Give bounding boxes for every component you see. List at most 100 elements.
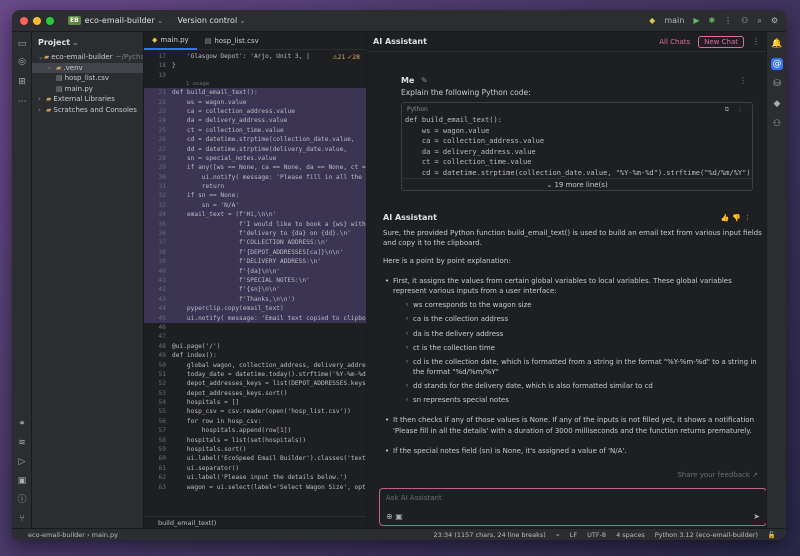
line-number[interactable]: 54 — [144, 398, 172, 407]
line-number[interactable]: 61 — [144, 464, 172, 473]
debug-icon[interactable]: ✱ — [708, 16, 715, 25]
run-icon[interactable]: ▶ — [693, 16, 699, 25]
line-number[interactable]: 47 — [144, 332, 172, 341]
line-number[interactable]: 57 — [144, 426, 172, 435]
code-line[interactable]: 22 ws = wagon.value — [144, 97, 366, 107]
line-number[interactable]: 32 — [144, 191, 172, 200]
code-line[interactable]: 26 cd = datetime.strptime(collection_dat… — [144, 135, 366, 145]
line-number[interactable]: 39 — [144, 257, 172, 266]
code-line[interactable]: 48 @ui.page('/') — [144, 342, 366, 351]
code-line[interactable]: 49 def index(): — [144, 351, 366, 360]
gear-icon[interactable]: ⚙ — [771, 16, 778, 25]
more-icon[interactable]: ⋮ — [739, 76, 747, 85]
code-line[interactable]: 27 dd = datetime.strptime(delivery_date.… — [144, 144, 366, 154]
tree-item[interactable]: ▤ main.py — [32, 84, 143, 95]
code-line[interactable]: 32 if sn == None: — [144, 191, 366, 201]
tree-item[interactable]: ▤ hosp_list.csv — [32, 73, 143, 84]
line-number[interactable]: 63 — [144, 483, 172, 492]
run-config-selector[interactable]: main — [664, 16, 684, 25]
line-number[interactable]: 28 — [144, 154, 172, 163]
line-number[interactable]: 31 — [144, 182, 172, 191]
code-line[interactable]: 40 f'{da}\n\n' — [144, 266, 366, 276]
new-chat-button[interactable]: New Chat — [698, 35, 744, 48]
tab-hosp-list-csv[interactable]: ▤ hosp_list.csv — [197, 32, 267, 50]
line-number[interactable]: 34 — [144, 210, 172, 219]
code-line[interactable]: 25 ct = collection_time.value — [144, 125, 366, 136]
line-number[interactable]: 59 — [144, 445, 172, 454]
python-console-icon[interactable]: ◆ — [771, 98, 783, 110]
code-line[interactable]: 46 — [144, 323, 366, 332]
line-number[interactable]: 48 — [144, 342, 172, 351]
code-line[interactable]: 35 f'I would like to book a {ws} with — [144, 219, 366, 230]
line-number[interactable]: 26 — [144, 135, 172, 144]
line-number[interactable]: 36 — [144, 229, 172, 238]
search-icon[interactable]: ⌕ — [757, 16, 761, 26]
code-line[interactable]: 51 today_date = datetime.today().strftim… — [144, 370, 366, 379]
line-number[interactable]: 25 — [144, 126, 172, 135]
status-breadcrumb[interactable]: eco-email-builder › main.py — [12, 531, 118, 539]
code-line[interactable]: 31 return — [144, 182, 366, 192]
line-number[interactable]: 19 — [144, 71, 172, 80]
code-line[interactable]: 21 def build_email_text(): — [144, 88, 366, 98]
code-area[interactable]: 17 'Glasgow Depot': 'Arjo, Unit 3, | 18} 1… — [144, 52, 366, 492]
code-line[interactable]: 28 sn = special_notes.value — [144, 153, 366, 164]
lock-icon[interactable]: 🔓 — [768, 531, 776, 539]
send-icon[interactable]: ➤ — [753, 512, 760, 521]
more-icon[interactable]: ⋮ — [724, 16, 732, 25]
ai-status-icon[interactable]: ⌁ — [556, 531, 560, 539]
line-number[interactable]: 42 — [144, 285, 172, 294]
code-line[interactable]: 29 if any([ws == None, ca == None, da ==… — [144, 163, 366, 173]
attach-icon[interactable]: ⊕ ▣ — [386, 512, 403, 521]
folder-icon[interactable]: ▭ — [16, 38, 28, 50]
line-number[interactable]: 58 — [144, 436, 172, 445]
expand-more-lines[interactable]: ⌄ 19 more line(s) — [402, 178, 752, 190]
code-line[interactable]: 41 f'SPECIAL NOTES:\n' — [144, 275, 366, 286]
more-icon[interactable]: ⋮ — [752, 37, 760, 46]
editor-breadcrumb[interactable]: build_email_text() — [144, 516, 366, 528]
file-encoding[interactable]: UTF-8 — [587, 531, 606, 539]
line-number[interactable]: 23 — [144, 107, 172, 116]
database-icon[interactable]: ⛁ — [771, 78, 783, 90]
code-line[interactable]: 58 hospitals = list(set(hospitals)) — [144, 436, 366, 445]
plugin-icon[interactable]: ⚭ — [16, 418, 28, 430]
code-line[interactable]: 43 f'Thanks,\n\n') — [144, 294, 366, 305]
line-number[interactable]: 18 — [144, 61, 172, 70]
line-number[interactable]: 22 — [144, 98, 172, 107]
code-line[interactable]: 34 email_text = (f'Hi,\n\n' — [144, 210, 366, 220]
line-number[interactable]: 51 — [144, 370, 172, 379]
bell-icon[interactable]: 🔔 — [771, 38, 783, 50]
line-number[interactable]: 56 — [144, 417, 172, 426]
packages-icon[interactable]: ⚇ — [771, 118, 783, 130]
ai-assistant-icon[interactable]: @ — [771, 58, 783, 70]
line-number[interactable]: 52 — [144, 379, 172, 388]
line-number[interactable]: 49 — [144, 351, 172, 360]
line-number[interactable]: 30 — [144, 173, 172, 182]
layers-icon[interactable]: ≋ — [16, 437, 28, 449]
line-number[interactable]: 33 — [144, 201, 172, 210]
line-number[interactable]: 40 — [144, 267, 172, 276]
minimize-window-button[interactable] — [33, 16, 41, 25]
code-line[interactable]: 33 sn = 'N/A' — [144, 200, 366, 211]
inspection-widget[interactable]: ⚠21 ✓28 — [332, 54, 360, 61]
maximize-window-button[interactable] — [46, 16, 54, 25]
close-window-button[interactable] — [20, 16, 28, 25]
code-line[interactable]: 47 — [144, 332, 366, 341]
code-line[interactable]: 60 ui.label('EcoSpeed Email Builder').cl… — [144, 454, 366, 463]
tree-item[interactable]: › ▰ External Libraries — [32, 94, 143, 105]
code-line[interactable]: 53 depot_addresses_keys.sort() — [144, 389, 366, 398]
code-line[interactable]: 30 ui.notify( message: 'Please fill in a… — [144, 172, 366, 183]
code-line[interactable]: 42 f'{sn}\n\n' — [144, 285, 366, 295]
line-separator[interactable]: LF — [570, 531, 577, 539]
line-number[interactable]: 38 — [144, 248, 172, 257]
code-line[interactable]: 39 f'DELIVERY ADDRESS:\n' — [144, 257, 366, 267]
git-icon[interactable]: ⑂ — [16, 513, 28, 525]
ask-ai-input[interactable]: Ask AI Assistant ⊕ ▣ ➤ — [379, 488, 766, 526]
caret-position[interactable]: 23:34 (1157 chars, 24 line breaks) — [434, 531, 546, 539]
usage-hint[interactable]: 1 usage — [144, 80, 366, 88]
copy-icon[interactable]: ⧉ ⋮ — [725, 106, 746, 114]
code-line[interactable]: 61 ui.separator() — [144, 464, 366, 473]
line-number[interactable]: 24 — [144, 116, 172, 125]
line-number[interactable]: 46 — [144, 323, 172, 332]
problems-icon[interactable]: ⓘ — [16, 494, 28, 506]
line-number[interactable]: 29 — [144, 163, 172, 172]
